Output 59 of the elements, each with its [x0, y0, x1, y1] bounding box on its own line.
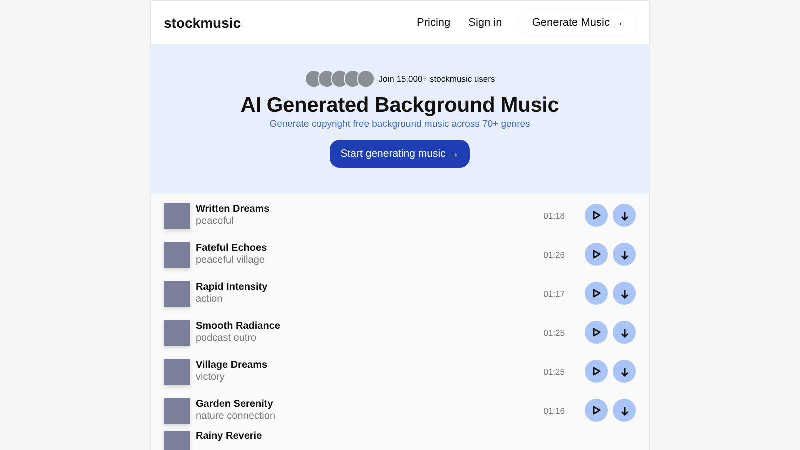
download-button[interactable]	[613, 204, 636, 227]
social-proof-text: Join 15,000+ stockmusic users	[378, 74, 496, 84]
track-title: Rainy Reverie	[196, 431, 264, 442]
download-arrow-icon	[620, 250, 628, 260]
album-art-placeholder	[164, 358, 190, 384]
play-icon	[592, 250, 600, 259]
play-button[interactable]	[585, 360, 608, 383]
album-art-placeholder	[164, 202, 190, 228]
track-duration: 01:18	[544, 210, 565, 220]
album-art-placeholder	[164, 242, 190, 268]
hero-subtitle: Generate copyright free background music across 70+ genres	[270, 119, 530, 130]
play-button[interactable]	[585, 243, 608, 266]
track-tag: nature connection	[196, 411, 544, 422]
track-title: Garden Serenity	[196, 399, 274, 410]
download-button[interactable]	[613, 360, 636, 383]
play-button[interactable]	[585, 399, 608, 422]
track-title: Fateful Echoes	[196, 243, 268, 254]
track-duration: 01:16	[544, 406, 565, 416]
hero-title: AI Generated Background Music	[240, 94, 560, 118]
play-button[interactable]	[585, 282, 608, 305]
play-button[interactable]	[585, 204, 608, 227]
track-duration: 01:25	[544, 366, 565, 376]
download-arrow-icon	[620, 406, 628, 416]
album-art-placeholder	[164, 398, 190, 424]
download-arrow-icon	[620, 288, 628, 298]
play-icon	[592, 211, 600, 220]
track-duration: 01:26	[544, 250, 565, 260]
download-arrow-icon	[620, 210, 628, 220]
track-duration: 01:25	[544, 328, 565, 338]
track-duration: 01:17	[544, 288, 565, 298]
track-tag: peaceful	[196, 216, 544, 227]
site-logo[interactable]: stockmusic	[164, 14, 242, 30]
album-art-placeholder	[164, 280, 190, 306]
track-title: Written Dreams	[196, 204, 271, 215]
nav-link[interactable]: Pricing	[417, 16, 451, 28]
download-arrow-icon	[620, 328, 628, 338]
nav-link[interactable]: Sign in	[468, 16, 502, 28]
track-tag: victory	[196, 372, 544, 383]
track-title: Smooth Radiance	[196, 321, 282, 332]
start-generating-button[interactable]: Start generating music →	[330, 140, 470, 168]
download-button[interactable]	[613, 321, 636, 344]
album-art-placeholder	[164, 320, 190, 346]
download-arrow-icon	[620, 366, 628, 376]
download-button[interactable]	[613, 282, 636, 305]
play-icon	[592, 289, 600, 298]
play-button[interactable]	[585, 321, 608, 344]
album-art-placeholder	[164, 431, 190, 450]
track-tag: podcast outro	[196, 333, 544, 344]
user-avatar	[356, 70, 375, 88]
download-button[interactable]	[613, 243, 636, 266]
track-tag: action	[196, 294, 544, 305]
play-icon	[592, 406, 600, 415]
download-button[interactable]	[613, 399, 636, 422]
track-title: Village Dreams	[196, 360, 269, 371]
track-title: Rapid Intensity	[196, 282, 269, 293]
track-tag: peaceful village	[196, 255, 544, 266]
play-icon	[592, 328, 600, 337]
generate-music-button[interactable]: Generate Music →	[520, 10, 636, 34]
play-icon	[592, 367, 600, 376]
